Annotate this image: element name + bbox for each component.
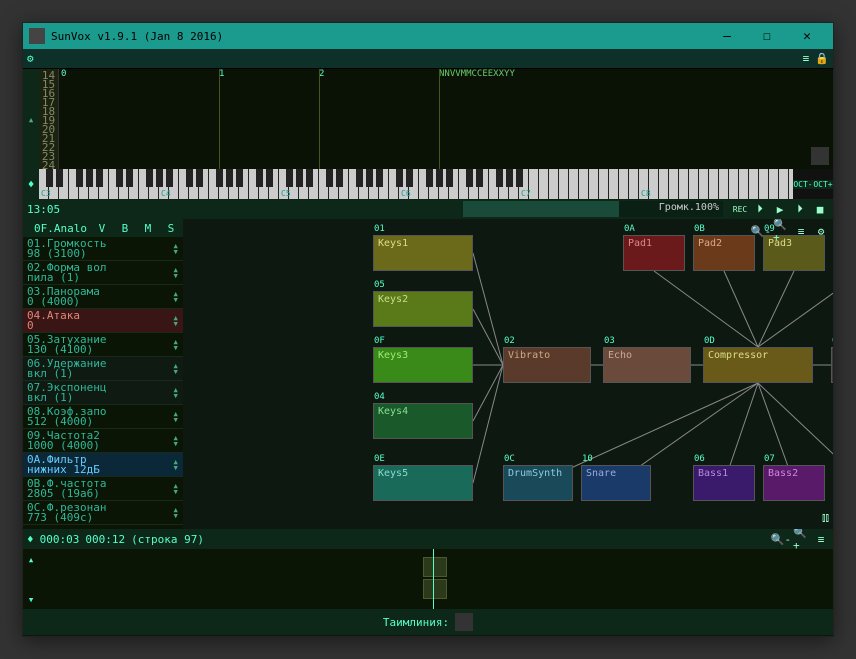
tracker-row-numbers: 1415161718192021222324 (39, 69, 59, 169)
module-compressor[interactable]: 0DCompressor (703, 347, 813, 383)
parameter-sidebar: 0F.Analo V B M S 01.Громкость98 (3100)▴▾… (23, 219, 183, 529)
main-area: 0F.Analo V B M S 01.Громкость98 (3100)▴▾… (23, 219, 833, 529)
param-slider[interactable]: 06.Удержаниевкл (1)▴▾ (23, 357, 183, 381)
titlebar[interactable]: SunVox v1.9.1 (Jan 8 2016) — ☐ ✕ (23, 23, 833, 49)
octave-label: C4 (161, 189, 171, 198)
seq-nav-icon[interactable]: ♦ (27, 533, 34, 546)
module-snare[interactable]: 10Snare (581, 465, 651, 501)
playhead[interactable] (433, 549, 434, 609)
play-button[interactable]: ▶ (771, 201, 789, 217)
param-slider[interactable]: 01.Громкость98 (3100)▴▾ (23, 237, 183, 261)
param-slider[interactable]: 07.Экспоненцвкл (1)▴▾ (23, 381, 183, 405)
sequencer-area[interactable]: ▴ ▾ (23, 549, 833, 609)
param-slider[interactable]: 0C.Ф.резонан773 (409c)▴▾ (23, 501, 183, 525)
seq-line: (строка 97) (131, 533, 204, 546)
piano-keys[interactable]: C3 C4 C5 C6 C7 C8 (39, 169, 793, 199)
param-slider[interactable]: 02.Форма волпила (1)▴▾ (23, 261, 183, 285)
octave-label: C6 (401, 189, 411, 198)
stop-button[interactable]: ■ (811, 201, 829, 217)
app-icon (29, 28, 45, 44)
param-slider[interactable]: 0A.Фильтрнижних 12дБ▴▾ (23, 453, 183, 477)
param-slider[interactable]: 03.Панорама0 (4000)▴▾ (23, 285, 183, 309)
octave-label: C5 (281, 189, 291, 198)
seq-down-button[interactable]: ▾ (25, 593, 37, 605)
mod-menu-icon[interactable]: ≡ (793, 223, 809, 239)
octave-label: C3 (41, 189, 51, 198)
seq-up-button[interactable]: ▴ (25, 553, 37, 565)
module-canvas[interactable]: 01Keys1 05Keys2 0FKeys3 04Keys4 0EKeys5 02Vib… (183, 219, 833, 529)
seq-time2: 000:12 (85, 533, 125, 546)
qr-icon[interactable] (811, 147, 829, 165)
tracker-col-extra: NNVVMMCCEEXXYY (439, 69, 515, 79)
minimize-button[interactable]: — (707, 29, 747, 44)
tracker-up-button[interactable]: ▴ (23, 69, 39, 169)
module-bass2[interactable]: 07Bass2 (763, 465, 825, 501)
module-keys2[interactable]: 05Keys2 (373, 291, 473, 327)
lock-icon[interactable]: 🔒 (815, 52, 829, 65)
mod-settings-icon[interactable]: ⚙ (813, 223, 829, 239)
seq-zoom-in-icon[interactable]: 🔍+ (793, 531, 809, 547)
module-vibrato[interactable]: 02Vibrato (503, 347, 591, 383)
seq-time1: 000:03 (40, 533, 80, 546)
top-toolbar: ⚙ ≡ 🔒 (23, 49, 833, 69)
col-s[interactable]: S (163, 222, 179, 235)
time-display: 13:05 (27, 203, 60, 216)
app-window: SunVox v1.9.1 (Jan 8 2016) — ☐ ✕ ⚙ ≡ 🔒 ▴… (22, 22, 834, 637)
pattern-tracker[interactable]: ▴ 1415161718192021222324 0 1 2 NNVVMMCCE… (23, 69, 833, 169)
octave-label: C8 (641, 189, 651, 198)
sequencer-grid[interactable] (43, 549, 833, 609)
octave-down-button[interactable]: ♦ (23, 169, 39, 199)
seq-zoom-out-icon[interactable]: 🔍- (773, 531, 789, 547)
volume-slider[interactable]: Громк.100% (463, 201, 723, 217)
col-m[interactable]: M (140, 222, 156, 235)
transport-bar: 13:05 Громк.100% REC ⏵ ▶ ⏵ ■ (23, 199, 833, 219)
module-keys1[interactable]: 01Keys1 (373, 235, 473, 271)
octave-label: C7 (521, 189, 531, 198)
timeline-icon[interactable] (455, 613, 473, 631)
module-pad1[interactable]: 0APad1 (623, 235, 685, 271)
param-slider[interactable]: 05.Затухание130 (4100)▴▾ (23, 333, 183, 357)
tracker-col-0: 0 (61, 69, 66, 79)
oct-minus-button[interactable]: OCT- (793, 180, 813, 189)
window-title: SunVox v1.9.1 (Jan 8 2016) (51, 30, 707, 43)
param-slider[interactable]: 04.Атака0▴▾ (23, 309, 183, 333)
seq-pattern-block[interactable] (423, 579, 447, 599)
module-pad2[interactable]: 0BPad2 (693, 235, 755, 271)
play-start-button[interactable]: ⏵ (751, 201, 769, 217)
param-slider[interactable]: 09.Частота21000 (4000)▴▾ (23, 429, 183, 453)
tracker-grid[interactable]: 0 1 2 NNVVMMCCEEXXYY (59, 69, 833, 169)
hamburger-icon[interactable]: ≡ (803, 52, 810, 65)
module-echo[interactable]: 03Echo (603, 347, 691, 383)
piano-keyboard[interactable]: ♦ C3 C4 C5 C6 C7 C8 OCT- OCT+ (23, 169, 833, 199)
volume-label: Громк.100% (659, 202, 719, 213)
rec-button[interactable]: REC (731, 201, 749, 217)
col-v[interactable]: V (94, 222, 110, 235)
param-slider[interactable]: 08.Коэф.запо512 (4000)▴▾ (23, 405, 183, 429)
zoom-in-icon[interactable]: 🔍+ (773, 223, 789, 239)
oct-plus-button[interactable]: OCT+ (813, 180, 833, 189)
sequencer-header: ♦ 000:03 000:12 (строка 97) 🔍- 🔍+ ≡ (23, 529, 833, 549)
seq-menu-icon[interactable]: ≡ (813, 531, 829, 547)
seq-pattern-block[interactable] (423, 557, 447, 577)
module-keys3[interactable]: 0FKeys3 (373, 347, 473, 383)
play2-button[interactable]: ⏵ (791, 201, 809, 217)
maximize-button[interactable]: ☐ (747, 29, 787, 44)
module-output[interactable]: 00Output (831, 347, 833, 383)
timeline-label: Таимлиния: (383, 616, 449, 629)
selected-module-name: 0F.Analo (34, 222, 87, 235)
col-b[interactable]: B (117, 222, 133, 235)
zoom-out-icon[interactable]: 🔍- (753, 223, 769, 239)
param-slider[interactable]: 0B.Ф.частота2805 (19a6)▴▾ (23, 477, 183, 501)
module-drumsynth[interactable]: 0CDrumSynth (503, 465, 573, 501)
levels-icon[interactable]: ⫾⫾ (822, 511, 829, 525)
timeline-bar: Таимлиния: (23, 609, 833, 635)
module-bass1[interactable]: 06Bass1 (693, 465, 755, 501)
menu-icon[interactable]: ⚙ (27, 52, 34, 65)
close-button[interactable]: ✕ (787, 29, 827, 44)
module-keys5[interactable]: 0EKeys5 (373, 465, 473, 501)
module-keys4[interactable]: 04Keys4 (373, 403, 473, 439)
sidebar-header: 0F.Analo V B M S (23, 219, 183, 237)
